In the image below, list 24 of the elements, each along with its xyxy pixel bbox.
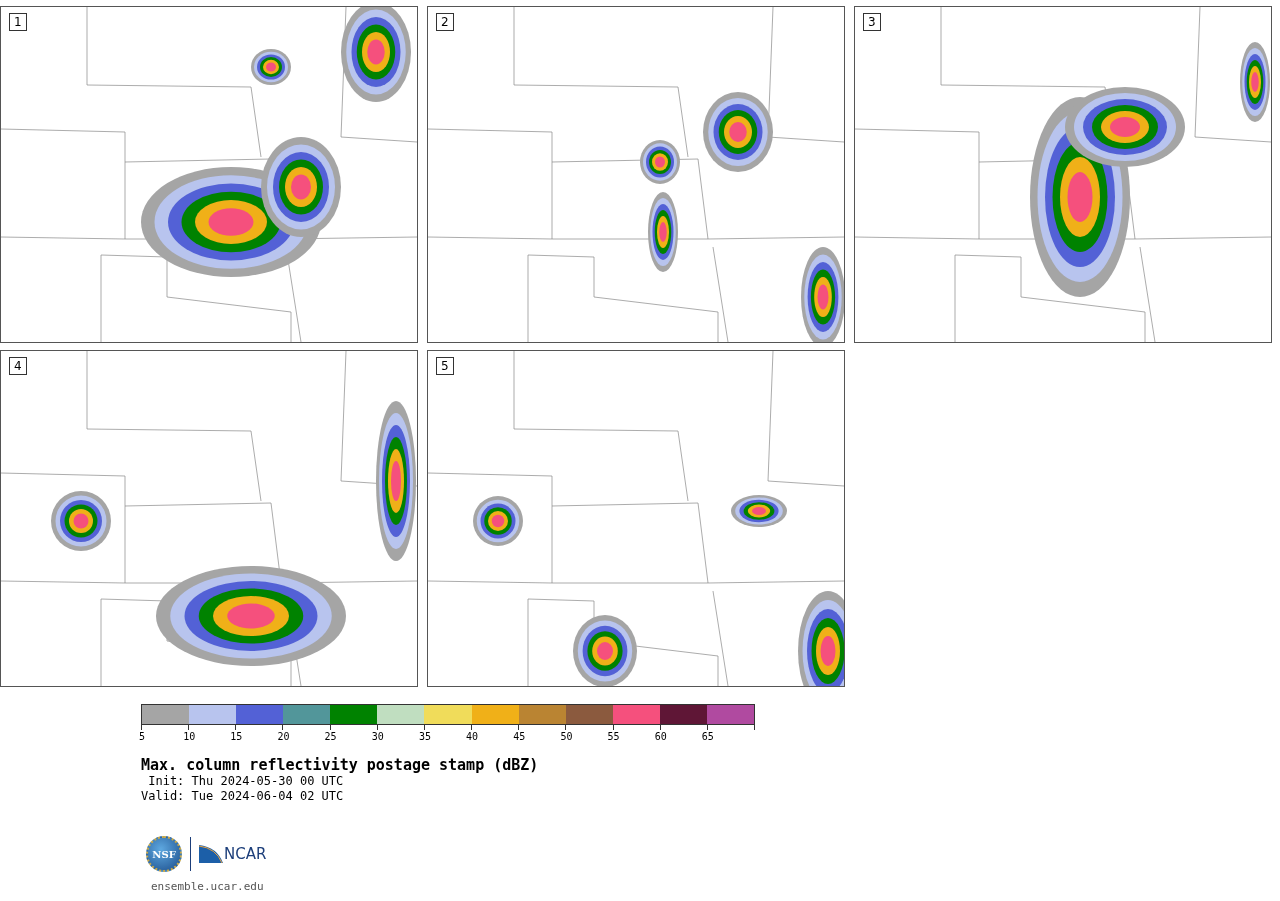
ncar-logo: NCAR — [199, 845, 267, 863]
panel-number: 5 — [436, 357, 454, 375]
tick-label: 65 — [701, 731, 714, 742]
valid-time: Valid: Tue 2024-06-04 02 UTC — [141, 789, 344, 804]
tick-label: 10 — [183, 731, 196, 742]
panel-number: 4 — [9, 357, 27, 375]
tick-label: 25 — [324, 731, 337, 742]
init-time: Init: Thu 2024-05-30 00 UTC — [147, 774, 344, 789]
tick-label: 50 — [560, 731, 573, 742]
website-link[interactable]: ensemble.ucar.edu — [151, 880, 264, 893]
tick-label: 35 — [418, 731, 431, 742]
panel-number: 2 — [436, 13, 454, 31]
tick-label: 30 — [371, 731, 384, 742]
tick-label: 5 — [139, 731, 145, 742]
tick-label: 40 — [466, 731, 479, 742]
nsf-logo: NSF — [146, 836, 182, 872]
tick-label: 60 — [654, 731, 667, 742]
panel-number: 1 — [9, 13, 27, 31]
tick-label: 20 — [277, 731, 290, 742]
tick-label: 15 — [230, 731, 243, 742]
panel-number: 3 — [863, 13, 881, 31]
tick-label: 55 — [607, 731, 620, 742]
chart-title: Max. column reflectivity postage stamp (dBZ) — [141, 756, 539, 774]
tick-label: 45 — [513, 731, 526, 742]
